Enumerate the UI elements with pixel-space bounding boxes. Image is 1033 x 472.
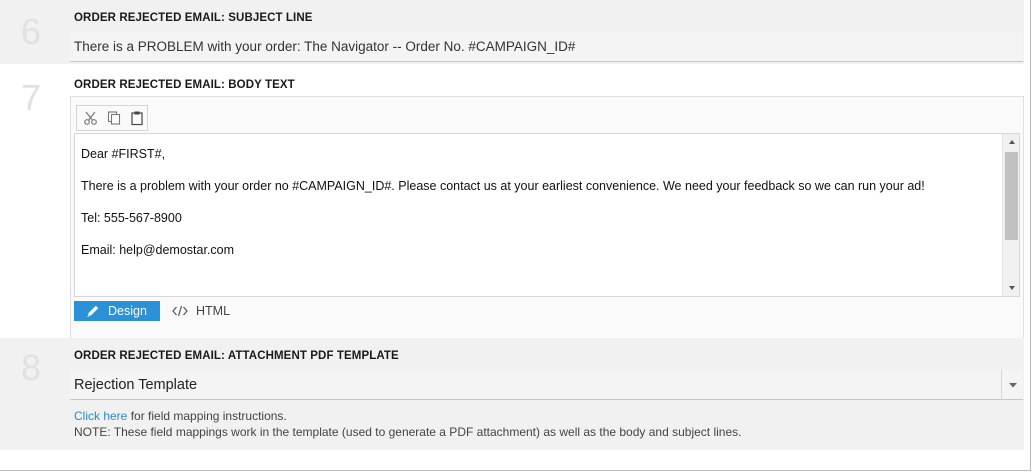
- chevron-down-icon[interactable]: [1001, 370, 1023, 400]
- section-body-text: 7 ORDER REJECTED EMAIL: BODY TEXT Dear #…: [0, 66, 1024, 340]
- subject-line-input[interactable]: There is a PROBLEM with your order: The …: [70, 32, 1023, 62]
- selected-template: Rejection Template: [74, 377, 198, 393]
- pencil-icon: [87, 305, 99, 317]
- field-label: ORDER REJECTED EMAIL: ATTACHMENT PDF TEM…: [74, 350, 399, 362]
- field-label: ORDER REJECTED EMAIL: SUBJECT LINE: [74, 12, 313, 24]
- scroll-down-icon[interactable]: [1003, 280, 1020, 296]
- section-subject-line: 6 ORDER REJECTED EMAIL: SUBJECT LINE The…: [0, 0, 1024, 64]
- paste-icon[interactable]: [127, 108, 147, 128]
- click-here-link[interactable]: Click here: [74, 409, 127, 423]
- email-body-text[interactable]: Dear #FIRST#, There is a problem with yo…: [81, 146, 995, 296]
- copy-icon[interactable]: [104, 108, 124, 128]
- body-paragraph: Dear #FIRST#,: [81, 147, 166, 161]
- mapping-instructions-text: for field mapping instructions.: [127, 409, 287, 423]
- field-mapping-notes: Click here for field mapping instruction…: [74, 408, 741, 440]
- body-paragraph: Email: help@demostar.com: [81, 243, 235, 257]
- body-paragraph: There is a problem with your order no #C…: [81, 179, 925, 193]
- rich-text-editor: Dear #FIRST#, There is a problem with yo…: [70, 96, 1024, 340]
- body-paragraph: Tel: 555-567-8900: [81, 211, 182, 225]
- vertical-scrollbar[interactable]: [1002, 134, 1019, 296]
- cut-icon[interactable]: [81, 108, 101, 128]
- design-mode-button[interactable]: Design: [74, 301, 160, 321]
- scrollbar-thumb[interactable]: [1005, 152, 1018, 240]
- pdf-template-select[interactable]: Rejection Template: [70, 370, 1023, 400]
- step-number: 6: [21, 11, 42, 52]
- field-label: ORDER REJECTED EMAIL: BODY TEXT: [74, 79, 295, 91]
- section-attachment-template: 8 ORDER REJECTED EMAIL: ATTACHMENT PDF T…: [0, 338, 1024, 450]
- scroll-up-icon[interactable]: [1003, 134, 1020, 150]
- html-mode-button[interactable]: HTML: [172, 301, 230, 321]
- step-number: 7: [21, 77, 42, 118]
- editor-toolbar: [76, 105, 148, 131]
- editor-content-area[interactable]: Dear #FIRST#, There is a problem with yo…: [74, 133, 1020, 297]
- mapping-instructions-line: Click here for field mapping instruction…: [74, 408, 741, 424]
- mapping-note-text: NOTE: These field mappings work in the t…: [74, 425, 742, 439]
- html-mode-label: HTML: [196, 304, 231, 318]
- editor-mode-bar: Design HTML: [74, 301, 230, 321]
- step-number: 8: [21, 347, 42, 388]
- settings-panel: 6 ORDER REJECTED EMAIL: SUBJECT LINE The…: [0, 0, 1031, 471]
- design-mode-label: Design: [108, 304, 147, 318]
- code-icon: [172, 305, 188, 317]
